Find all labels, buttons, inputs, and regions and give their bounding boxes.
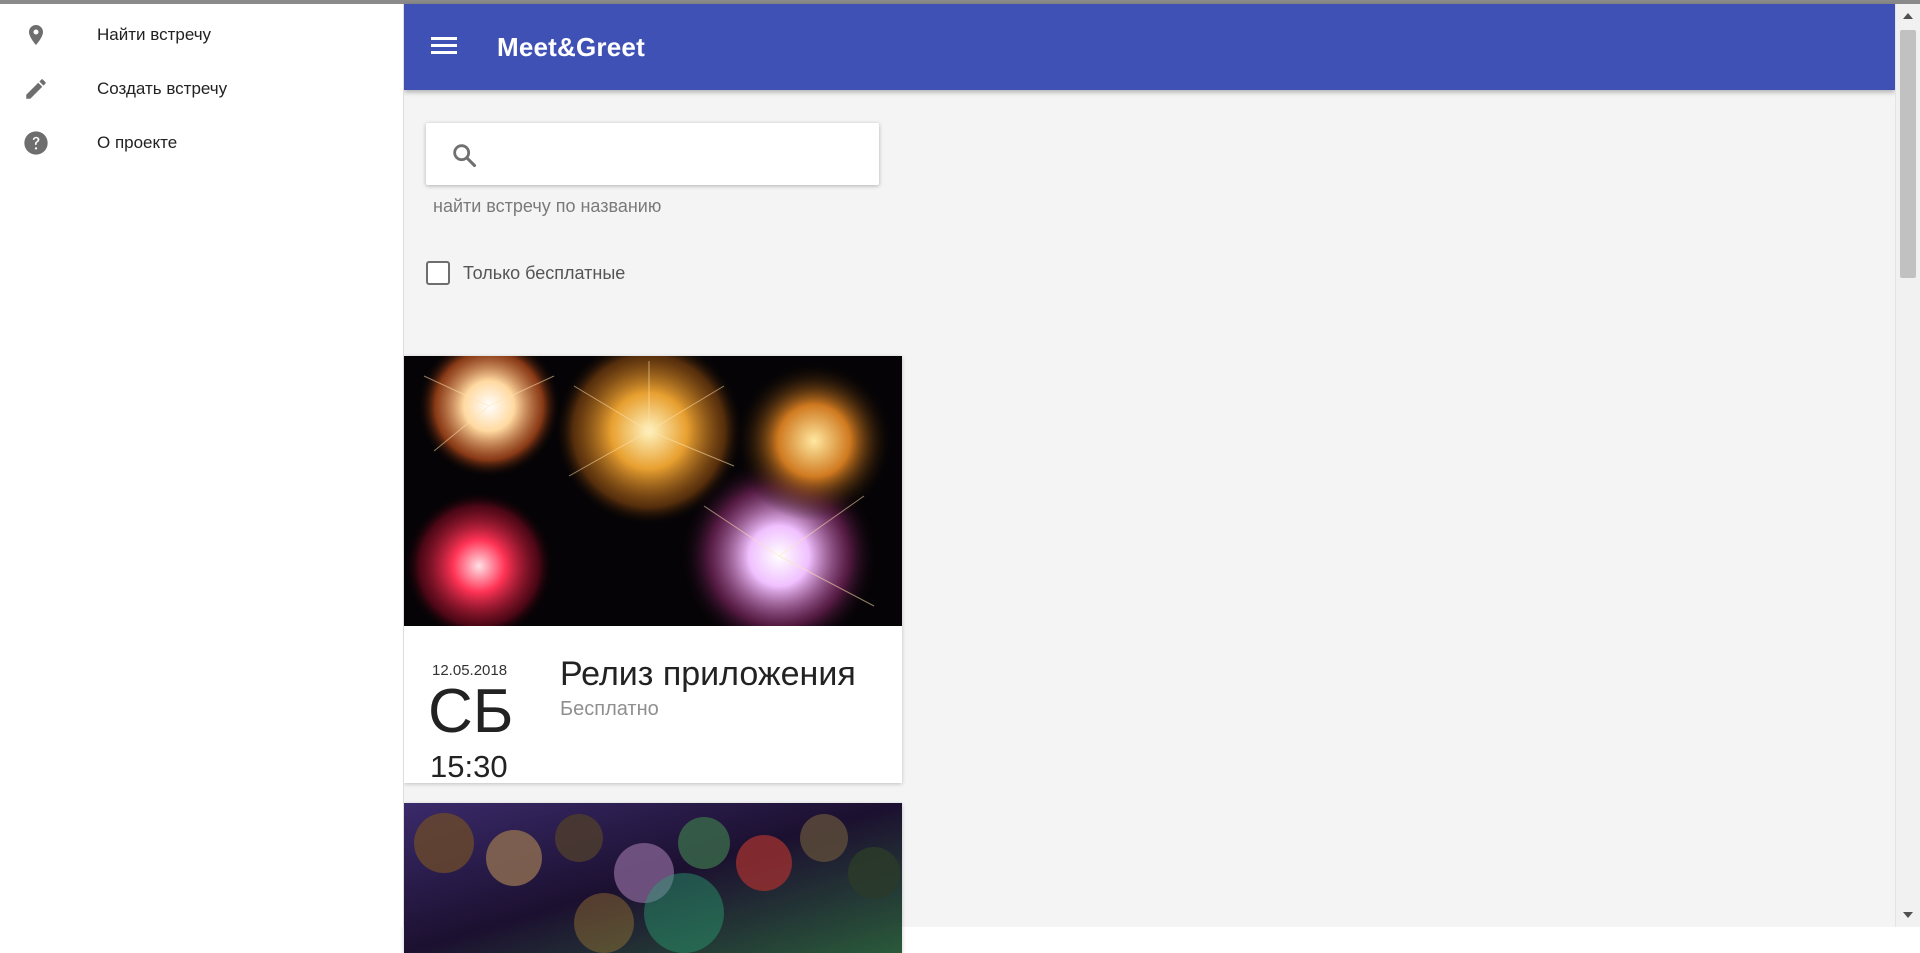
event-price: Бесплатно — [560, 698, 659, 720]
main-content: Meet&Greet найти встречу по названию Тол… — [404, 4, 1895, 953]
hamburger-menu-icon — [431, 35, 457, 60]
sidebar-item-label: Создать встречу — [97, 79, 228, 98]
pencil-icon — [22, 75, 50, 103]
sidebar-item-label: О проекте — [97, 133, 178, 152]
scroll-down-arrow-icon[interactable] — [1896, 903, 1920, 927]
event-card[interactable] — [404, 803, 902, 953]
sidebar-item-label: Найти встречу — [97, 25, 212, 44]
menu-button[interactable] — [424, 27, 464, 67]
search-input[interactable] — [496, 133, 866, 175]
location-pin-icon — [22, 21, 50, 49]
free-only-label: Только бесплатные — [463, 262, 626, 283]
free-only-checkbox[interactable] — [426, 261, 450, 285]
superheroes-poster-image — [404, 803, 902, 953]
free-only-filter[interactable]: Только бесплатные — [426, 259, 625, 287]
navigation-drawer: Найти встречу Создать встречу О проекте — [0, 4, 404, 927]
search-icon — [450, 141, 478, 169]
scroll-up-arrow-icon[interactable] — [1896, 4, 1920, 28]
event-time: 15:30 — [430, 749, 508, 784]
scrollbar-thumb[interactable] — [1900, 30, 1916, 278]
fireworks-image — [404, 356, 902, 626]
app-bar: Meet&Greet — [404, 4, 1895, 90]
search-box[interactable] — [426, 123, 879, 185]
event-title: Релиз приложения — [560, 655, 856, 693]
sidebar-item-find-meeting[interactable]: Найти встречу — [0, 8, 403, 62]
help-icon — [22, 129, 50, 157]
sidebar-item-create-meeting[interactable]: Создать встречу — [0, 62, 403, 116]
app-title: Meet&Greet — [497, 32, 645, 62]
sidebar-item-about[interactable]: О проекте — [0, 116, 403, 170]
vertical-scrollbar[interactable] — [1895, 4, 1920, 927]
event-weekday: СБ — [428, 677, 514, 746]
search-hint: найти встречу по названию — [433, 196, 662, 216]
event-card[interactable]: 12.05.2018 СБ 15:30 Релиз приложения Бес… — [404, 356, 902, 783]
